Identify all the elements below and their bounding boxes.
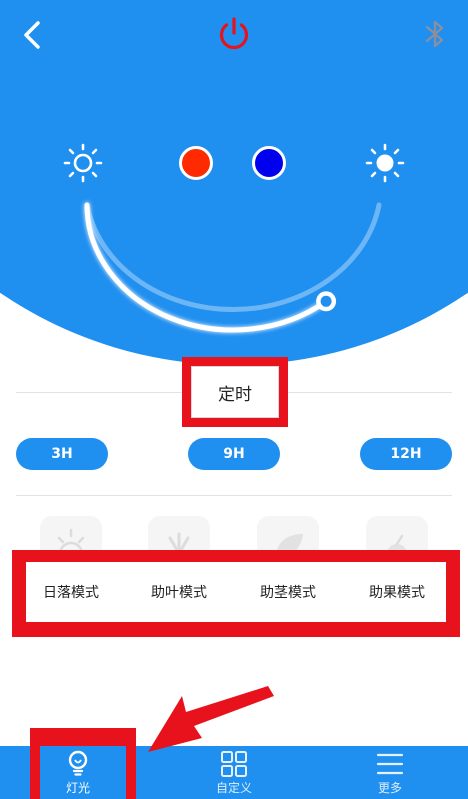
slider-knob-center bbox=[320, 295, 332, 307]
timer-title: 定时 bbox=[191, 366, 279, 418]
timer-option-9h[interactable]: 9H bbox=[188, 438, 280, 470]
brightness-slider[interactable] bbox=[0, 0, 468, 366]
mode-label-sunset[interactable]: 日落模式 bbox=[11, 582, 131, 602]
nav-item-more[interactable]: 更多 bbox=[360, 746, 420, 799]
timer-option-12h[interactable]: 12H bbox=[360, 438, 452, 470]
mode-label-stem[interactable]: 助茎模式 bbox=[228, 582, 348, 602]
nav-label-more: 更多 bbox=[377, 781, 402, 795]
annotation-arrow-icon bbox=[148, 686, 274, 752]
nav-label-light: 灯光 bbox=[65, 781, 90, 795]
divider bbox=[16, 495, 452, 496]
menu-icon bbox=[376, 753, 404, 775]
timer-option-3h[interactable]: 3H bbox=[16, 438, 108, 470]
mode-label-fruit[interactable]: 助果模式 bbox=[337, 582, 457, 602]
bulb-icon bbox=[68, 750, 88, 776]
nav-item-light[interactable]: 灯光 bbox=[48, 746, 108, 799]
mode-label-leaf[interactable]: 助叶模式 bbox=[119, 582, 239, 602]
nav-label-custom: 自定义 bbox=[215, 781, 252, 795]
annotation-box-timer: 定时 bbox=[182, 357, 288, 427]
